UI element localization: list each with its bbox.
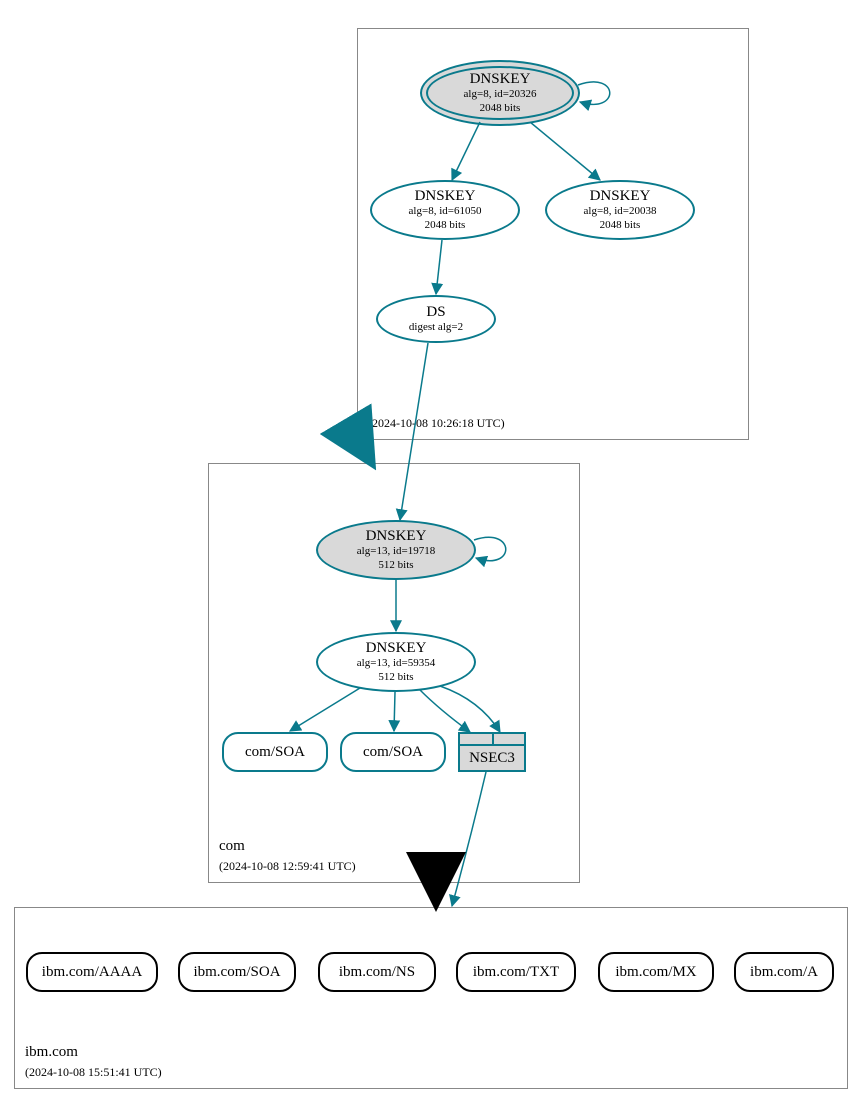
node-alg: alg=8, id=20326	[464, 88, 537, 101]
node-root-zsk1: DNSKEY alg=8, id=61050 2048 bits	[370, 180, 520, 240]
zone-root-label: . (2024-10-08 10:26:18 UTC)	[368, 395, 505, 431]
zone-com-label: com (2024-10-08 12:59:41 UTC)	[219, 838, 356, 874]
node-title: DNSKEY	[415, 188, 476, 205]
zone-com-timestamp: (2024-10-08 12:59:41 UTC)	[219, 859, 356, 874]
node-root-ds: DS digest alg=2	[376, 295, 496, 343]
zone-root-timestamp: (2024-10-08 10:26:18 UTC)	[368, 416, 505, 431]
node-title: DNSKEY	[590, 188, 651, 205]
node-bits: 512 bits	[378, 559, 413, 572]
node-ibm-a: ibm.com/A	[734, 952, 834, 992]
node-root-ksk: DNSKEY alg=8, id=20326 2048 bits	[420, 60, 580, 126]
node-com-zsk: DNSKEY alg=13, id=59354 512 bits	[316, 632, 476, 692]
edge-rootbox-combox	[357, 438, 370, 460]
node-title: DS	[426, 304, 445, 321]
node-root-zsk2: DNSKEY alg=8, id=20038 2048 bits	[545, 180, 695, 240]
node-ibm-ns: ibm.com/NS	[318, 952, 436, 992]
zone-ibm-name: ibm.com	[25, 1044, 162, 1061]
node-com-ksk: DNSKEY alg=13, id=19718 512 bits	[316, 520, 476, 580]
node-alg: alg=8, id=20038	[584, 205, 657, 218]
zone-ibm-label: ibm.com (2024-10-08 15:51:41 UTC)	[25, 1044, 162, 1080]
node-ibm-soa: ibm.com/SOA	[178, 952, 296, 992]
node-bits: 2048 bits	[480, 102, 521, 115]
node-title: DNSKEY	[470, 71, 531, 88]
zone-ibm-timestamp: (2024-10-08 15:51:41 UTC)	[25, 1065, 162, 1080]
node-alg: alg=13, id=59354	[357, 657, 435, 670]
node-nsec3: NSEC3	[458, 732, 526, 772]
node-ibm-aaaa: ibm.com/AAAA	[26, 952, 158, 992]
node-bits: 2048 bits	[600, 219, 641, 232]
node-alg: digest alg=2	[409, 321, 463, 334]
node-title: DNSKEY	[366, 528, 427, 545]
node-alg: alg=8, id=61050	[409, 205, 482, 218]
zone-ibm: ibm.com (2024-10-08 15:51:41 UTC)	[14, 907, 848, 1089]
node-ibm-mx: ibm.com/MX	[598, 952, 714, 992]
node-com-soa1: com/SOA	[222, 732, 328, 772]
node-com-soa2: com/SOA	[340, 732, 446, 772]
zone-root-name: .	[368, 395, 505, 412]
node-ibm-txt: ibm.com/TXT	[456, 952, 576, 992]
node-alg: alg=13, id=19718	[357, 545, 435, 558]
node-bits: 512 bits	[378, 671, 413, 684]
node-title: DNSKEY	[366, 640, 427, 657]
node-bits: 2048 bits	[425, 219, 466, 232]
nsec3-label: NSEC3	[469, 750, 515, 767]
zone-com-name: com	[219, 838, 356, 855]
